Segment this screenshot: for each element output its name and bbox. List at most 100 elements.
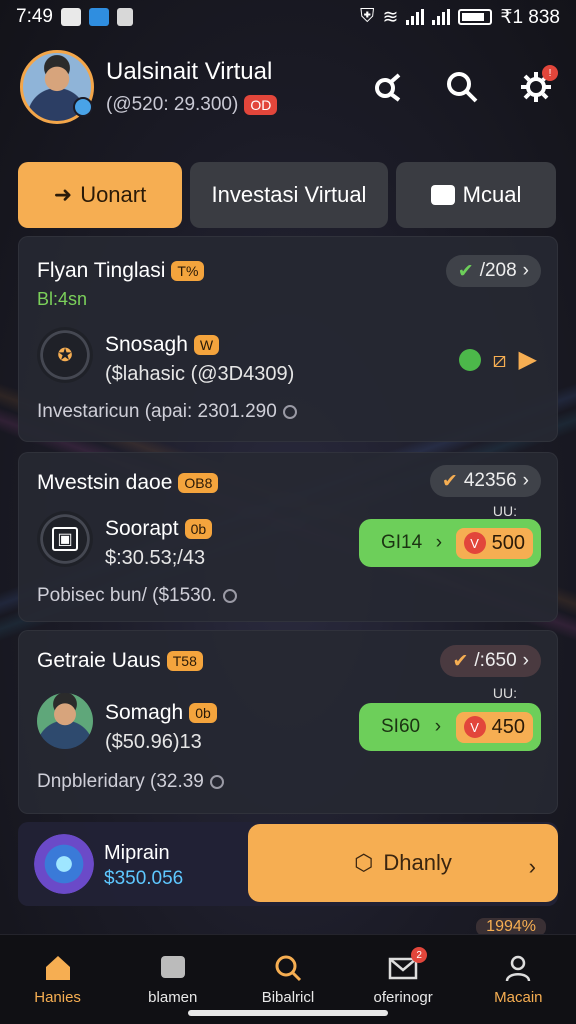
tab-label: Uonart [80,182,147,207]
buy-button[interactable]: GI14 › V 500 [359,519,541,567]
chevron-right-icon: › [528,854,536,879]
card-pill[interactable]: ✔ /:650 › [440,645,541,677]
tab-label: Mcual [462,182,522,207]
card-badge: T% [171,261,205,281]
tab-bar: ➜ Uonart Investasi Virtual Mcual [18,162,558,228]
vpn-icon: ⛨ [360,6,375,27]
card-pill[interactable]: ✔ /208 › [445,255,541,287]
v-badge-icon: V [463,716,486,738]
nav-label: oferinogr [373,989,433,1006]
chevron-right-icon: › [434,716,442,737]
asset-value: ($lahasic (@3D4309) [105,363,295,385]
v-badge-icon: V [463,532,486,554]
promo-title: Miprain [104,842,170,864]
promo-button[interactable]: ⬡ Dhanly › [248,824,558,902]
card-footer: Investaricun (apai: 2301.290 [37,401,277,422]
buy-amount: 500 [491,531,525,554]
home-indicator [188,1010,388,1016]
home-icon [43,953,73,983]
crystal-icon [34,834,94,894]
play-icon[interactable]: ▶ [519,345,537,374]
tab-investasi-virtual[interactable]: Investasi Virtual [190,162,388,228]
chevron-right-icon: › [522,260,529,281]
buy-label: GI14 [381,532,423,553]
card-title: Flyan Tinglasi [37,259,166,282]
check-icon: ✔ [441,470,458,492]
peek-value: 1994% [486,918,536,935]
promo-banner[interactable]: Miprain $350.056 ⬡ Dhanly › [18,822,558,906]
status-bar: 7:49 ⛨ ≋ ₹1 838 [0,0,576,34]
settings-button[interactable]: ! [516,65,558,107]
asset-value: $:30.53;/43 [105,547,206,569]
coin-icon: ✪ [57,344,73,365]
card-title: Mvestsin daoe [37,471,173,494]
buy-note: UU: [492,503,517,519]
avatar [37,693,93,749]
buy-label: SI60 [381,716,421,737]
avatar[interactable] [20,50,94,124]
asset-value: ($50.96)13 [105,731,202,753]
nav-search[interactable]: Bibalricl [238,953,338,1006]
chevron-right-icon: › [522,470,529,491]
asset-badge: W [193,335,220,355]
search-icon [273,953,303,983]
asset-badge: 0b [184,519,213,539]
wifi-icon: ≋ [382,6,399,28]
status-badge: OD [244,95,278,115]
share-icon [375,73,401,102]
asset-icon: ✪ [37,327,93,383]
app-notification-icon [88,8,109,26]
buy-button[interactable]: SI60 › V 450 [359,703,541,751]
status-time: 7:49 [16,6,53,27]
wallet-icon: ▣ [52,527,78,551]
buy-amount: 450 [491,715,525,738]
lock-icon: ⬡ [354,850,374,875]
investment-card[interactable]: Getraie Uaus T58 ✔ /:650 › Somagh 0b ($5… [18,630,558,814]
chart-icon[interactable]: ⧄ [493,347,507,373]
verified-badge-icon [73,97,93,117]
search-icon [447,72,478,103]
tab-label: Investasi Virtual [211,182,367,207]
arrow-right-icon: ➜ [53,182,73,207]
card-subtitle: Bl:4sn [37,289,88,309]
tab-mcual[interactable]: Mcual [396,162,556,228]
nav-profile[interactable]: Macain [468,953,568,1006]
profile-icon [503,953,533,983]
card-badge: OB8 [178,473,219,493]
chat-icon [158,953,188,983]
buy-note: UU: [492,685,517,701]
nav-home[interactable]: Hanies [8,953,108,1006]
nav-label: Bibalricl [261,989,315,1006]
info-icon [209,775,224,789]
info-icon [222,589,237,603]
investment-card[interactable]: Mvestsin daoe OB8 ✔ 42356 › ▣ Soorapt 0b… [18,452,558,622]
investment-card[interactable]: Flyan Tinglasi T% Bl:4sn ✔ /208 › ✪ Snos… [18,236,558,442]
tab-uonart[interactable]: ➜ Uonart [18,162,182,228]
nav-label: Hanies [34,989,81,1006]
notification-icon [60,8,81,26]
card-title: Getraie Uaus [37,649,161,672]
battery-icon [458,9,493,25]
user-balance: (@520: 29.300) [106,94,239,115]
share-button[interactable] [368,67,408,107]
asset-name: Soorapt [105,517,179,540]
nav-chat[interactable]: blamen [123,953,223,1006]
message-icon [430,185,455,205]
chevron-right-icon: › [435,532,443,553]
nav-mail[interactable]: 2 oferinogr [353,947,453,1006]
card-badge: T58 [166,651,203,671]
promo-button-label: Dhanly [383,850,452,875]
asset-name: Snosagh [105,333,188,356]
info-icon [282,405,297,419]
notification-dot: ! [542,65,558,81]
asset-name: Somagh [105,701,184,724]
user-name: Ualsinait Virtual [106,58,273,85]
search-button[interactable] [442,67,482,107]
card-pill[interactable]: ✔ 42356 › [429,465,541,497]
profile-header: Ualsinait Virtual (@520: 29.300) OD ! [20,46,558,128]
signal-icon [432,9,451,25]
card-footer: Dnpbleridary (32.39 [37,771,204,792]
status-right-text: ₹1 838 [500,6,560,28]
asset-icon: ▣ [37,511,93,567]
status-dot-icon [458,348,481,371]
